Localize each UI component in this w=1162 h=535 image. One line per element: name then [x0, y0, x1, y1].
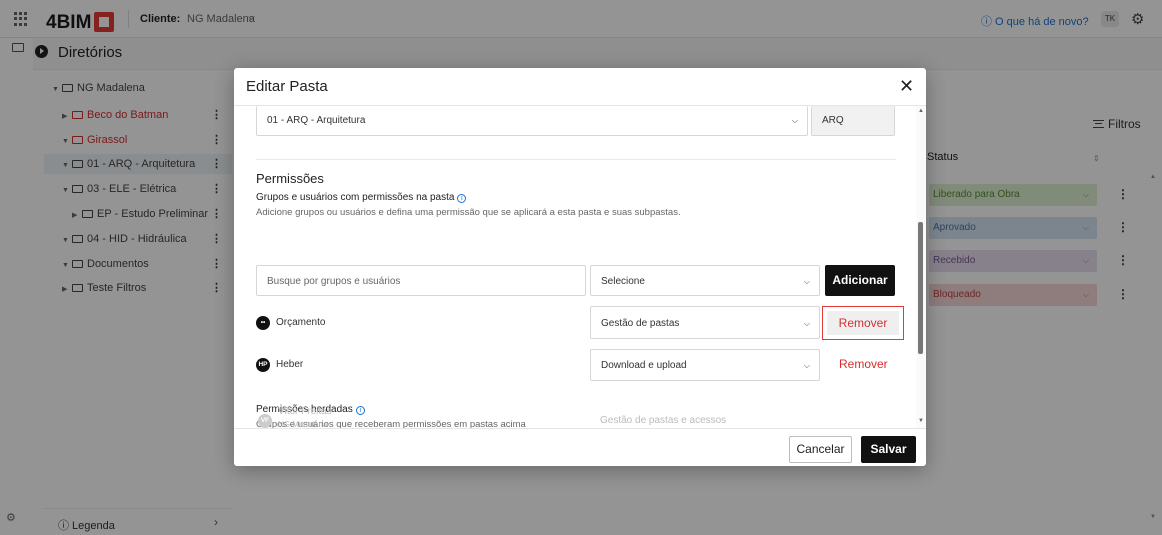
- remove-label: Remover: [827, 311, 899, 335]
- chevron-down-icon[interactable]: ⌵: [804, 307, 810, 340]
- inherited-permission: Gestão de pastas e acessos: [600, 415, 727, 426]
- member-name: Heber: [276, 359, 304, 370]
- permission-select-value: Selecione: [601, 276, 645, 287]
- remove-button-focused[interactable]: Remover: [822, 306, 904, 340]
- add-button[interactable]: Adicionar: [825, 265, 895, 296]
- discipline-select-value: 01 - ARQ - Arquitetura: [267, 115, 366, 126]
- search-input[interactable]: Busque por grupos e usuários: [256, 265, 586, 296]
- discipline-select[interactable]: 01 - ARQ - Arquitetura ⌵: [256, 106, 808, 136]
- search-placeholder: Busque por grupos e usuários: [267, 276, 401, 287]
- save-button[interactable]: Salvar: [861, 436, 916, 463]
- member-avatar: VF: [258, 414, 272, 428]
- divider: [256, 159, 896, 160]
- cancel-button[interactable]: Cancelar: [789, 436, 852, 463]
- dialog-body: 01 - ARQ - Arquitetura ⌵ ARQ Permissões …: [234, 106, 926, 428]
- discipline-code-field: ARQ: [811, 106, 895, 136]
- inherited-member-client: NG Madalena: [278, 420, 328, 428]
- remove-button[interactable]: Remover: [839, 357, 888, 371]
- member-permission-select[interactable]: Gestão de pastas ⌵: [590, 306, 820, 339]
- chevron-down-icon[interactable]: ⌵: [804, 266, 810, 297]
- member-permission-select[interactable]: Download e upload ⌵: [590, 349, 820, 381]
- dialog-scrollbar[interactable]: ▲ ▼: [916, 106, 926, 428]
- chevron-down-icon[interactable]: ⌵: [804, 350, 810, 382]
- member-permission-value: Download e upload: [601, 360, 687, 371]
- edit-folder-dialog: Editar Pasta ✕ 01 - ARQ - Arquitetura ⌵ …: [234, 68, 926, 466]
- member-avatar: HP: [256, 358, 270, 372]
- scroll-down-icon[interactable]: ▼: [918, 418, 924, 424]
- inherited-list: VF Vitor Freitas NG Madalena Gestão de p…: [234, 406, 916, 428]
- groups-title-text: Grupos e usuários com permissões na past…: [256, 192, 455, 203]
- groups-title: Grupos e usuários com permissões na past…: [256, 192, 467, 203]
- permission-select[interactable]: Selecione ⌵: [590, 265, 820, 296]
- group-avatar-icon: ••: [256, 316, 270, 330]
- scroll-thumb[interactable]: [918, 222, 923, 354]
- permissions-title: Permissões: [256, 171, 324, 186]
- close-icon[interactable]: ✕: [899, 76, 914, 97]
- groups-description: Adicione grupos ou usuários e defina uma…: [256, 207, 681, 218]
- inherited-member-name: Vitor Freitas: [278, 406, 332, 417]
- divider: [234, 428, 926, 429]
- member-permission-value: Gestão de pastas: [601, 318, 680, 329]
- discipline-code-value: ARQ: [822, 115, 844, 126]
- info-icon[interactable]: i: [457, 194, 467, 203]
- scroll-up-icon[interactable]: ▲: [918, 108, 924, 114]
- member-name: Orçamento: [276, 317, 326, 328]
- chevron-down-icon[interactable]: ⌵: [792, 106, 798, 136]
- dialog-title: Editar Pasta: [246, 78, 328, 95]
